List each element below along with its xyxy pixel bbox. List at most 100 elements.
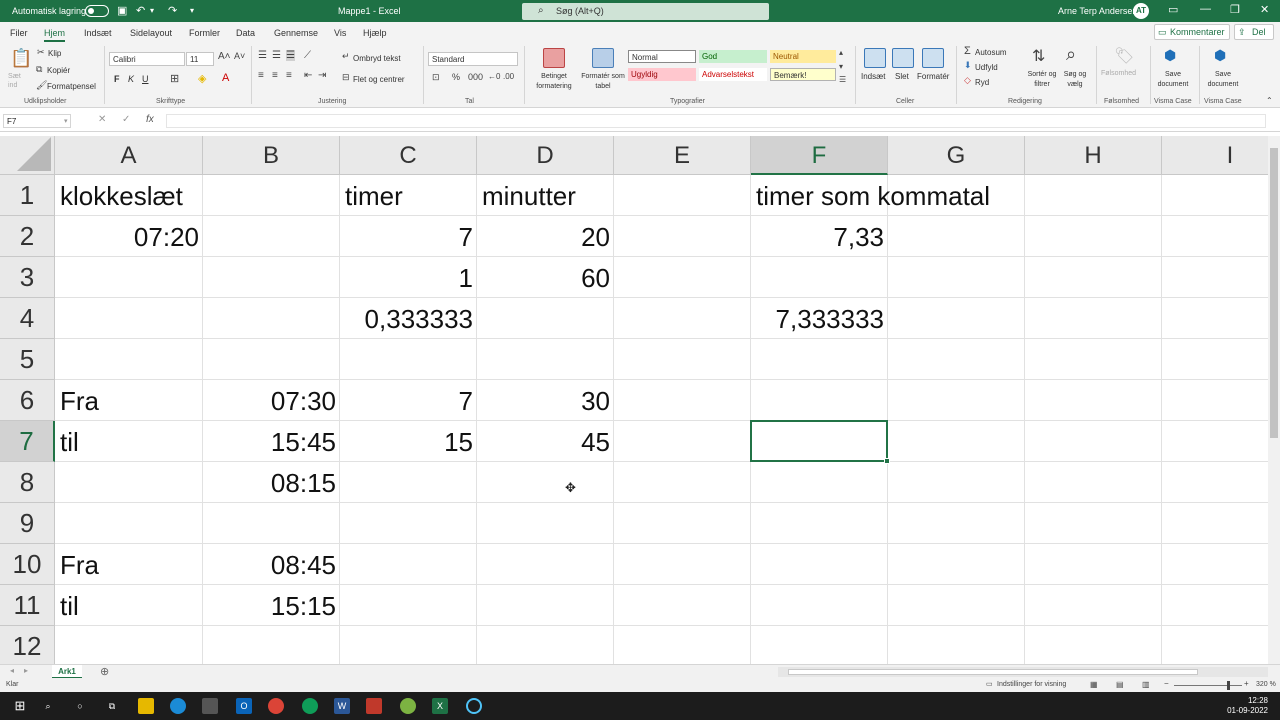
cell-c6[interactable]: 7 — [340, 380, 477, 421]
sheet-nav-left-icon[interactable]: ◂ — [10, 666, 14, 675]
fill-icon[interactable]: ⬇ — [964, 60, 972, 71]
word-icon[interactable]: W — [334, 698, 350, 714]
task-view-icon[interactable]: ⧉ — [104, 698, 120, 714]
column-header-e[interactable]: E — [614, 136, 751, 175]
normal-view-icon[interactable]: ▦ — [1090, 680, 1098, 689]
row-header-12[interactable]: 12 — [0, 626, 55, 664]
zoom-slider-thumb[interactable] — [1227, 681, 1230, 690]
windows-start-icon[interactable]: ⊞ — [12, 698, 28, 714]
borders-icon[interactable]: ⊞ — [170, 72, 179, 85]
insert-function-icon[interactable]: fx — [146, 114, 154, 125]
cell-c7[interactable]: 15 — [340, 421, 477, 462]
edge-icon[interactable] — [170, 698, 186, 714]
cell-b7[interactable]: 15:45 — [203, 421, 340, 462]
app-icon-2[interactable] — [400, 698, 416, 714]
cell-f4[interactable]: 7,333333 — [751, 298, 888, 339]
tab-review[interactable]: Gennemse — [274, 28, 318, 38]
cell-d6[interactable]: 30 — [477, 380, 614, 421]
align-top-icon[interactable]: ☰ — [258, 50, 267, 61]
page-break-view-icon[interactable]: ▥ — [1142, 680, 1150, 689]
percent-icon[interactable]: % — [452, 72, 460, 82]
font-name-dropdown[interactable]: Calibri — [109, 52, 185, 66]
collapse-ribbon-icon[interactable]: ⌃ — [1266, 96, 1273, 105]
sheet-tab-ark1[interactable]: Ark1 — [52, 665, 82, 679]
row-header-10[interactable]: 10 — [0, 544, 55, 585]
tab-page-layout[interactable]: Sidelayout — [130, 28, 172, 38]
font-size-dropdown[interactable]: 11 — [186, 52, 214, 66]
increase-font-icon[interactable]: A˄ — [218, 51, 231, 62]
zoom-slider[interactable] — [1174, 685, 1242, 686]
row-header-2[interactable]: 2 — [0, 216, 55, 257]
wrap-text-icon[interactable]: ↵ — [342, 51, 350, 62]
close-icon[interactable]: ✕ — [1260, 3, 1269, 16]
cell-a10[interactable]: Fra — [55, 544, 99, 585]
page-layout-view-icon[interactable]: ▤ — [1116, 680, 1124, 689]
minimize-icon[interactable]: — — [1200, 3, 1211, 15]
app-icon[interactable] — [366, 698, 382, 714]
cell-a1[interactable]: klokkeslæt — [55, 175, 183, 216]
tab-formulas[interactable]: Formler — [189, 28, 220, 38]
cell-a6[interactable]: Fra — [55, 380, 99, 421]
font-color-icon[interactable]: A — [222, 72, 229, 84]
styles-scroll-up-icon[interactable]: ▴ — [839, 48, 843, 57]
visma-save-icon-2[interactable]: ⬢ — [1214, 47, 1226, 64]
undo-icon[interactable]: ↶ — [136, 4, 145, 17]
store-icon[interactable] — [202, 698, 218, 714]
decrease-indent-icon[interactable]: ⇤ — [304, 70, 312, 81]
align-right-icon[interactable]: ≡ — [286, 70, 292, 81]
cell-d2[interactable]: 20 — [477, 216, 614, 257]
column-header-h[interactable]: H — [1025, 136, 1162, 175]
recording-icon[interactable] — [466, 698, 482, 714]
paste-icon[interactable]: 📋 — [10, 48, 32, 69]
styles-more-icon[interactable]: ☰ — [839, 75, 846, 84]
file-explorer-icon[interactable] — [138, 698, 154, 714]
outlook-icon[interactable]: O — [236, 698, 252, 714]
underline-button[interactable]: U — [142, 74, 149, 84]
column-header-b[interactable]: B — [203, 136, 340, 175]
tab-data[interactable]: Data — [236, 28, 255, 38]
customize-qat-icon[interactable]: ▾ — [190, 6, 194, 15]
undo-dropdown-icon[interactable]: ▾ — [150, 6, 154, 15]
align-center-icon[interactable]: ≡ — [272, 70, 278, 81]
taskbar-clock[interactable]: 12:28 01-09-2022 — [1227, 696, 1268, 716]
cell-b6[interactable]: 07:30 — [203, 380, 340, 421]
format-as-table-label[interactable]: Formatér som tabel — [580, 72, 626, 92]
merge-label[interactable]: Flet og centrer — [353, 75, 405, 84]
align-bottom-icon[interactable]: ☰ — [286, 50, 295, 61]
wrap-text-label[interactable]: Ombryd tekst — [353, 54, 401, 63]
clear-label[interactable]: Ryd — [975, 78, 989, 87]
delete-cells-icon[interactable] — [892, 48, 914, 68]
avatar[interactable]: AT — [1133, 3, 1149, 19]
conditional-formatting-label[interactable]: Betinget formatering — [528, 72, 580, 92]
row-header-9[interactable]: 9 — [0, 503, 55, 544]
display-settings-icon[interactable]: ▭ — [986, 680, 993, 688]
sort-filter-label[interactable]: Sortér og filtrer — [1024, 70, 1060, 90]
visma-save-label-2[interactable]: Save document — [1204, 70, 1242, 90]
restore-icon[interactable]: ❐ — [1230, 3, 1240, 16]
cell-d7[interactable]: 45 — [477, 421, 614, 462]
style-note[interactable]: Bemærk! — [770, 68, 836, 81]
cell-a2[interactable]: 07:20 — [55, 216, 203, 257]
chrome-profile-icon[interactable] — [302, 698, 318, 714]
row-header-1[interactable]: 1 — [0, 175, 55, 216]
column-header-a[interactable]: A — [55, 136, 203, 175]
align-left-icon[interactable]: ≡ — [258, 70, 264, 81]
currency-icon[interactable]: ⊡ — [432, 72, 440, 83]
spreadsheet-grid[interactable]: A B C D E F G H I 1 2 3 4 5 6 7 8 9 10 11 12 klokkeslæt timer m… — [0, 136, 1268, 664]
style-good[interactable]: God — [699, 50, 767, 63]
number-format-dropdown[interactable]: Standard — [428, 52, 518, 66]
format-painter-icon[interactable]: 🖌 — [36, 80, 47, 91]
save-icon[interactable]: ▣ — [117, 4, 127, 17]
cell-a7[interactable]: til — [55, 421, 79, 462]
thousands-icon[interactable]: 000 — [468, 72, 483, 82]
paste-label[interactable]: Sæt ind — [8, 72, 28, 90]
cortana-icon[interactable]: ○ — [72, 698, 88, 714]
tab-help[interactable]: Hjælp — [363, 28, 387, 38]
column-header-c[interactable]: C — [340, 136, 477, 175]
align-middle-icon[interactable]: ☰ — [272, 50, 281, 61]
cell-d1[interactable]: minutter — [477, 175, 576, 216]
italic-button[interactable]: K — [128, 74, 134, 84]
formula-input[interactable] — [166, 114, 1266, 128]
merge-icon[interactable]: ⊟ — [342, 72, 350, 83]
column-header-f[interactable]: F — [751, 136, 888, 175]
